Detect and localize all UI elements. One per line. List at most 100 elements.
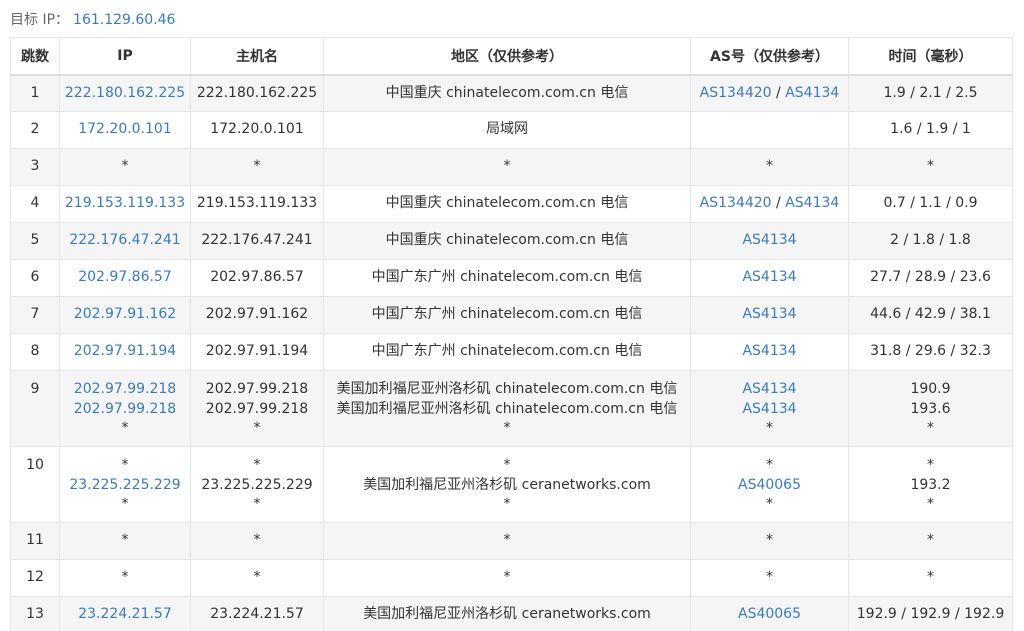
asn-link[interactable]: AS134420 — [700, 85, 772, 101]
region-text: * — [503, 457, 511, 473]
region-text: * — [503, 420, 511, 436]
region-text: * — [503, 532, 511, 549]
ip-link[interactable]: 202.97.91.162 — [61, 305, 190, 325]
target-ip-label: 目标 IP： — [10, 12, 70, 28]
ip-link[interactable]: 219.153.119.133 — [61, 194, 190, 214]
asn-text: * — [766, 532, 773, 549]
ip-link: * — [121, 496, 129, 512]
hostname-cell: * — [190, 559, 324, 597]
asn-text: * — [766, 569, 773, 586]
ip-link[interactable]: 23.224.21.57 — [61, 605, 190, 625]
region-cell: 局域网 — [323, 111, 691, 149]
ip-link[interactable]: 202.97.91.194 — [61, 342, 190, 362]
asn-link[interactable]: AS40065 — [738, 477, 801, 493]
time-text: 1.9 / 2.1 / 2.5 — [883, 84, 978, 101]
asn-link[interactable]: AS4134 — [742, 269, 796, 285]
table-row: 2 172.20.0.101 172.20.0.101 局域网 1.6 / 1.9 / … — [10, 111, 1013, 149]
asn-link[interactable]: AS4134 — [785, 195, 839, 211]
hop-number: 3 — [30, 158, 40, 175]
table-row: 9 202.97.99.218 202.97.99.218 * 202.97.99.21… — [10, 370, 1013, 447]
ip-link[interactable]: 222.180.162.225 — [61, 84, 190, 104]
ip-cell: 172.20.0.101 — [59, 111, 191, 149]
time-text: 192.9 / 192.9 / 192.9 — [856, 606, 1005, 623]
ip-cell: 202.97.91.194 — [59, 333, 191, 371]
table-row: 3 * * * * * — [10, 148, 1013, 186]
asn-cell: * — [690, 148, 849, 186]
asn-link[interactable]: AS134420 — [700, 195, 772, 211]
time-cell: * — [848, 559, 1013, 597]
asn-cell: * — [690, 559, 849, 597]
hop-cell: 6 — [10, 259, 60, 297]
ip-cell: 202.97.99.218 202.97.99.218 * — [59, 370, 191, 447]
hostname-text: 202.97.91.194 — [205, 343, 309, 360]
table-row: 6 202.97.86.57 202.97.86.57 中国广东广州 chinatel… — [10, 259, 1013, 297]
ip-link: * — [121, 457, 129, 473]
region-cell: 中国重庆 chinatelecom.com.cn 电信 — [323, 74, 691, 112]
time-text: * — [927, 496, 934, 512]
hop-cell: 4 — [10, 185, 60, 223]
asn-cell — [690, 111, 849, 149]
region-text: * — [503, 569, 511, 586]
ip-link: * — [121, 158, 129, 175]
ip-link[interactable]: 23.225.225.229 — [61, 476, 190, 496]
hostname-text: 222.176.47.241 — [201, 232, 313, 249]
hostname-text: 172.20.0.101 — [210, 121, 304, 138]
asn-separator: / — [771, 84, 786, 101]
ip-link[interactable]: 202.97.99.218 — [61, 400, 190, 420]
asn-link[interactable]: AS40065 — [738, 606, 801, 622]
asn-line: AS4134 — [692, 342, 848, 362]
table-row: 4 219.153.119.133 219.153.119.133 中国重庆 chin… — [10, 185, 1013, 223]
ip-link[interactable]: 222.176.47.241 — [61, 231, 190, 251]
region-cell: * — [323, 522, 691, 560]
asn-line: AS4134 — [692, 380, 848, 400]
region-cell: 中国广东广州 chinatelecom.com.cn 电信 — [323, 296, 691, 334]
asn-line: * — [692, 531, 848, 551]
region-cell: 中国广东广州 chinatelecom.com.cn 电信 — [323, 259, 691, 297]
ip-cell: * — [59, 148, 191, 186]
ip-cell: 202.97.91.162 — [59, 296, 191, 334]
region-cell: 美国加利福尼亚州洛杉矶 chinatelecom.com.cn 电信 美国加利福尼… — [323, 370, 691, 447]
region-cell: 美国加利福尼亚州洛杉矶 ceranetworks.com — [323, 596, 691, 631]
asn-cell: AS40065 — [690, 596, 849, 631]
table-row: 13 23.224.21.57 23.224.21.57 美国加利福尼亚州洛杉矶 ce… — [10, 596, 1013, 631]
hop-number: 10 — [26, 457, 44, 473]
asn-link[interactable]: AS4134 — [742, 232, 796, 248]
hop-number: 9 — [30, 381, 40, 397]
hostname-text: * — [253, 457, 261, 473]
asn-cell: AS134420 / AS4134 — [690, 185, 849, 223]
region-cell: * — [323, 559, 691, 597]
time-cell: 1.9 / 2.1 / 2.5 — [848, 74, 1013, 112]
asn-link[interactable]: AS4134 — [785, 85, 839, 101]
asn-link[interactable]: AS4134 — [742, 343, 796, 359]
ip-cell: 202.97.86.57 — [59, 259, 191, 297]
hostname-text: 23.224.21.57 — [210, 606, 304, 623]
time-text: * — [927, 569, 934, 586]
ip-link: * — [121, 420, 129, 436]
asn-link[interactable]: AS4134 — [742, 401, 796, 417]
ip-cell: 222.176.47.241 — [59, 222, 191, 260]
hop-cell: 13 — [10, 596, 60, 631]
ip-link[interactable]: 202.97.86.57 — [61, 268, 190, 288]
region-text: * — [503, 496, 511, 512]
hop-number: 7 — [30, 306, 40, 323]
asn-link[interactable]: AS4134 — [742, 306, 796, 322]
ip-link[interactable]: 172.20.0.101 — [61, 120, 190, 140]
table-row: 12 * * * * * — [10, 559, 1013, 597]
asn-link[interactable]: AS4134 — [742, 381, 796, 397]
region-text: 美国加利福尼亚州洛杉矶 ceranetworks.com — [363, 476, 651, 493]
hostname-cell: * — [190, 148, 324, 186]
time-cell: 31.8 / 29.6 / 32.3 — [848, 333, 1013, 371]
asn-line: AS4134 — [692, 305, 848, 325]
hop-cell: 11 — [10, 522, 60, 560]
asn-line: * — [692, 568, 848, 588]
ip-link[interactable]: 202.97.99.218 — [61, 380, 190, 400]
time-cell: * — [848, 148, 1013, 186]
ip-cell: 23.224.21.57 — [59, 596, 191, 631]
hostname-cell: 202.97.91.162 — [190, 296, 324, 334]
time-text: * — [927, 158, 934, 175]
hostname-cell: 23.224.21.57 — [190, 596, 324, 631]
asn-line: AS4134 — [692, 231, 848, 251]
col-header-hop: 跳数 — [10, 37, 60, 76]
hop-number: 11 — [26, 532, 44, 549]
hop-cell: 2 — [10, 111, 60, 149]
